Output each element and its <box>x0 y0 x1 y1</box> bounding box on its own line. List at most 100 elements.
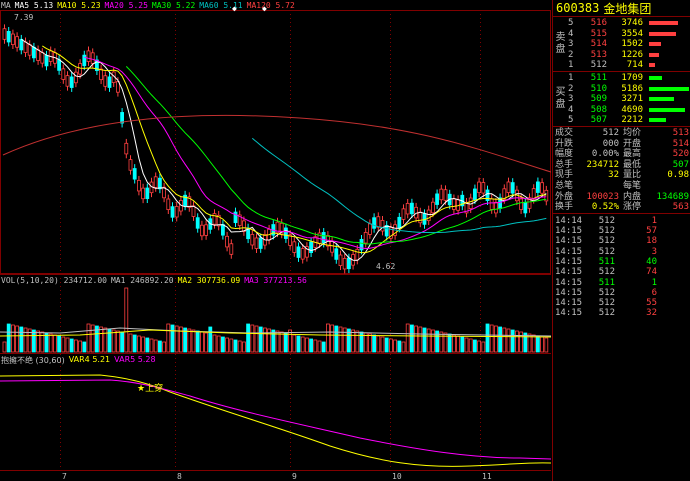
candle-body <box>397 216 402 229</box>
order-book-row[interactable]: 5 507 2212 <box>565 115 690 126</box>
volume-bar <box>116 330 120 353</box>
volume-bar <box>149 338 154 353</box>
candle-body <box>82 54 87 67</box>
order-book-row[interactable]: 1 512 714 <box>565 60 690 71</box>
volume-bar <box>57 335 61 353</box>
order-book-row[interactable]: 3 509 3271 <box>565 94 690 105</box>
volume-bar <box>69 338 74 353</box>
candle-body <box>90 52 95 64</box>
order-book-row[interactable]: 5 516 3746 <box>565 18 690 29</box>
legend-value: 5.21 <box>89 355 111 364</box>
candle-body <box>61 68 66 80</box>
legend-item: MA10 5.23 <box>57 1 100 10</box>
volume-bar <box>128 333 133 353</box>
stock-header[interactable]: 600383 金地集团 <box>553 0 690 17</box>
stat-label: 总手 <box>555 159 574 170</box>
candle-body <box>225 235 230 248</box>
candle-body <box>23 41 28 53</box>
tick-volume: 1 <box>651 215 657 226</box>
candle-body <box>166 198 171 210</box>
stat-label: 均价 <box>623 128 642 138</box>
volume-bar <box>397 340 402 353</box>
order-book-row[interactable]: 4 515 3554 <box>565 29 690 40</box>
candle-body <box>376 216 381 228</box>
volume-bar <box>380 336 385 353</box>
order-level: 2 <box>568 83 574 94</box>
volume-bar <box>174 325 179 353</box>
volume-bar <box>405 323 410 353</box>
volume-bar <box>401 341 406 353</box>
tick-price: 511 <box>598 277 615 288</box>
candle-body <box>128 159 133 171</box>
order-book-row[interactable]: 2 513 1226 <box>565 50 690 61</box>
order-book-row[interactable]: 4 508 4690 <box>565 105 690 116</box>
star-icon: ★ <box>137 384 146 394</box>
buy-order-book: 买 盘 1 511 1709 2 510 5186 3 509 3271 4 508 4690 5 507… <box>553 72 690 127</box>
legend-label: 抱擁不绝 <box>1 356 33 365</box>
volume-bar <box>166 323 171 353</box>
stat-label: 换手 <box>555 202 574 213</box>
order-book-row[interactable]: 3 514 1502 <box>565 39 690 50</box>
high-price-label: 7.39 <box>14 13 34 22</box>
volume-bar <box>649 31 677 36</box>
stats-row: 总手 234712 最低 507 <box>553 160 690 171</box>
candle-body <box>78 63 82 75</box>
volume-bar <box>388 338 393 353</box>
volume-bar <box>481 341 486 353</box>
order-price: 515 <box>590 28 607 39</box>
candle-body <box>220 224 225 236</box>
volume-bar <box>254 325 259 353</box>
legend-label: MA1 <box>110 276 126 285</box>
candle-body <box>258 237 263 249</box>
volume-bar <box>372 334 377 353</box>
signal-label: ★上穿 <box>137 384 164 394</box>
stats-row: 总笔 每笔 <box>553 181 690 192</box>
candle-body <box>170 206 175 218</box>
volume-bar <box>468 338 473 353</box>
volume-bar <box>271 329 276 353</box>
candle-body <box>439 188 444 201</box>
stat-label: 最低 <box>623 159 642 170</box>
order-book-row[interactable]: 1 511 1709 <box>565 73 690 84</box>
volume-bar <box>162 341 167 353</box>
order-book-row[interactable]: 2 510 5186 <box>565 84 690 95</box>
legend-label: VOL(5,10,20) <box>1 276 59 285</box>
tick-time: 14:15 <box>555 277 583 288</box>
order-volume: 1226 <box>621 49 643 60</box>
legend-label: MA3 <box>244 276 259 285</box>
volume-bar <box>313 339 318 353</box>
chart-area[interactable]: 7 8 9 10 11 MA MA5 5.13 MA10 5.23 MA20 5.25 MA3… <box>0 0 551 481</box>
volume-bar <box>61 336 66 353</box>
stat-value: 000 <box>602 138 619 149</box>
tick-time: 14:15 <box>555 236 583 247</box>
volume-bar <box>464 337 469 353</box>
candle-body <box>489 198 494 210</box>
stats-row: 外盘 100023 内盘 134689 <box>553 192 690 203</box>
order-level: 1 <box>568 73 574 83</box>
stat-value: 514 <box>672 138 689 149</box>
volume-bar <box>10 324 15 353</box>
tick-volume: 74 <box>646 267 657 278</box>
candle-body <box>74 71 78 84</box>
volume-bar <box>472 339 477 353</box>
candle-body <box>19 38 24 51</box>
volume-bar <box>338 326 343 353</box>
volume-bar <box>82 341 87 353</box>
stat-label: 现手 <box>555 170 574 181</box>
volume-bar <box>309 338 314 353</box>
tick-list[interactable]: 14:14 512 1 14:15 512 57 14:15 512 18 14:15 512 3 14… <box>553 214 690 319</box>
legend-label: MA20 <box>104 1 124 10</box>
volume-bar <box>510 329 515 353</box>
stat-value: 512 <box>602 128 619 138</box>
kline-chart[interactable]: 7 8 9 10 11 <box>0 0 551 481</box>
stats-row: 幅度 0.00% 最高 520 <box>553 149 690 160</box>
x-axis-tick: 7 <box>62 472 67 481</box>
legend-value: 5.11 <box>218 1 243 10</box>
legend-item: MA20 5.25 <box>105 1 148 10</box>
stock-code: 600383 <box>556 1 600 15</box>
candle-body <box>292 241 297 253</box>
candle-body <box>153 176 158 188</box>
stat-value: 563 <box>672 202 689 213</box>
volume-bar <box>649 76 663 80</box>
candle-body <box>384 225 389 237</box>
